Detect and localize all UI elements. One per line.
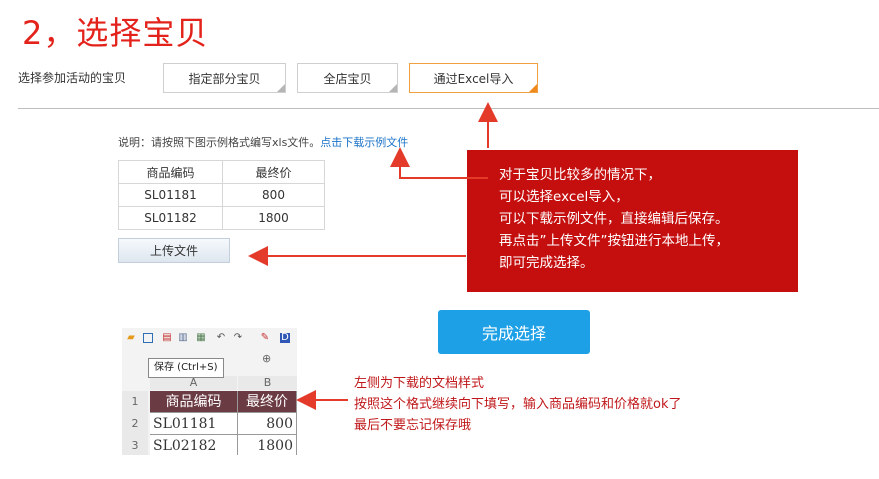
- save-tooltip: 保存 (Ctrl+S): [148, 358, 224, 378]
- arrow-to-download-link: [390, 147, 488, 179]
- annotation-arrows: [248, 102, 498, 410]
